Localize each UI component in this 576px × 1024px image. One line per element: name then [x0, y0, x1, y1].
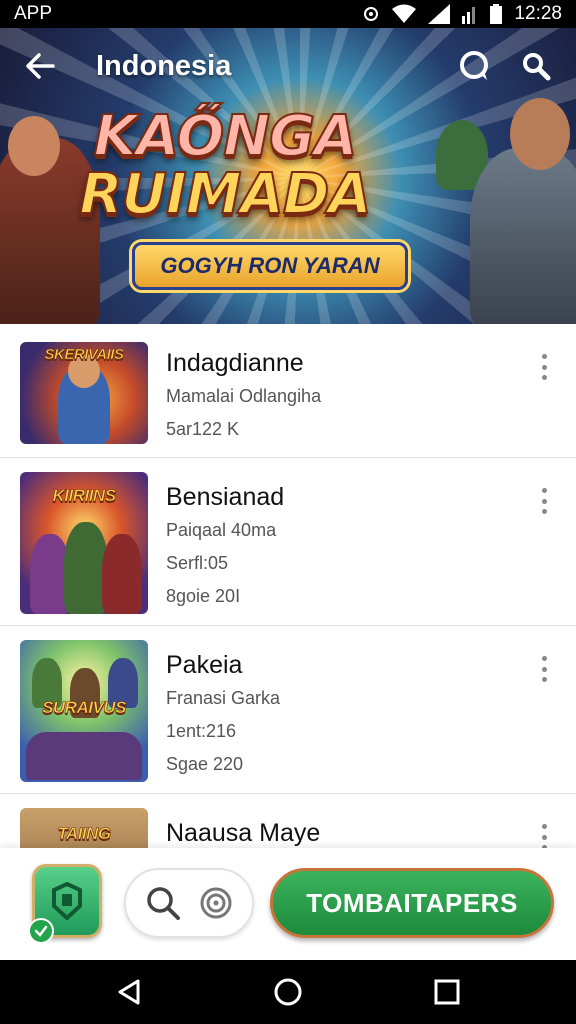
- nav-back-button[interactable]: [109, 972, 149, 1012]
- item-subtitle: Paiqaal 40ma: [166, 520, 277, 540]
- chat-bubble-icon: [460, 51, 488, 80]
- list-item[interactable]: TAIING Naausa Maye: [0, 794, 576, 848]
- search-target-pill[interactable]: [124, 868, 254, 938]
- hero-warrior-left-head: [8, 116, 60, 176]
- nav-recents-button[interactable]: [427, 972, 467, 1012]
- list-item[interactable]: SURAIVUS Pakeia Franasi Garka 1ent:216 S…: [0, 626, 576, 794]
- thumb-logo-text: SURAIVUS: [42, 698, 127, 718]
- top-actions: [454, 46, 556, 86]
- arrow-left-icon: [26, 53, 55, 79]
- item-text: Naausa Maye: [166, 816, 516, 848]
- hero-subtitle-banner: GOGYH RON YARAN: [132, 242, 408, 290]
- kebab-dot: [541, 824, 547, 829]
- game-thumbnail: KIIRIINS: [20, 472, 148, 614]
- kebab-dot: [541, 498, 547, 504]
- wifi-icon: [392, 4, 417, 24]
- top-app-bar: Indonesia: [0, 28, 576, 104]
- search-button[interactable]: [516, 46, 556, 86]
- status-time: 12:28: [514, 3, 562, 24]
- hero-title-line-1: KAŐNGA: [93, 104, 359, 169]
- item-meta: 5ar122 K: [166, 419, 240, 439]
- page-title: Indonesia: [96, 49, 232, 82]
- hero-banner[interactable]: Indonesia KAŐNGA RUIMADA GOGYH RON YARAN: [0, 28, 576, 324]
- nav-home-button[interactable]: [268, 972, 308, 1012]
- kebab-dot: [541, 509, 547, 514]
- status-app-label: APP: [14, 3, 53, 24]
- signal-2-icon: [462, 4, 478, 24]
- item-subtitle: Franasi Garka: [166, 688, 281, 708]
- kebab-dot: [541, 666, 547, 672]
- shield-icon: [52, 882, 82, 920]
- item-meta: Sgae 220: [166, 754, 244, 774]
- verified-check-icon: [28, 918, 54, 944]
- item-title: Indagdianne: [166, 349, 304, 377]
- item-title: Pakeia: [166, 651, 243, 679]
- thumb-logo-text: TAIING: [57, 824, 111, 844]
- status-icons: 12:28: [362, 3, 562, 25]
- more-options-button[interactable]: [534, 352, 554, 382]
- back-button[interactable]: [20, 46, 60, 86]
- triangle-back-icon: [118, 979, 140, 1005]
- thumb-logo-text: KIIRIINS: [52, 486, 116, 506]
- hero-game-title: KAŐNGA RUIMADA: [60, 104, 390, 227]
- item-text: Indagdianne Mamalai Odlangiha 5ar122 K: [166, 346, 516, 446]
- more-options-button[interactable]: [534, 654, 554, 684]
- sync-icon: [362, 4, 380, 24]
- hero-title-line-2: RUIMADA: [78, 162, 372, 227]
- chat-button[interactable]: [454, 46, 494, 86]
- hero-warrior-right-head: [510, 98, 570, 170]
- list-item[interactable]: KIIRIINS Bensianad Paiqaal 40ma Serfl:05…: [0, 458, 576, 626]
- game-thumbnail: TAIING: [20, 808, 148, 848]
- battery-icon: [490, 4, 503, 24]
- thumb-character: [102, 534, 142, 614]
- signal-icon: [428, 4, 451, 24]
- thumb-logo-text: SKERIVAIIS: [44, 346, 124, 364]
- item-meta: 1ent:216: [166, 721, 237, 741]
- item-text: Pakeia Franasi Garka 1ent:216 Sgae 220: [166, 648, 516, 781]
- search-icon: [147, 887, 180, 920]
- item-title: Bensianad: [166, 483, 285, 511]
- hero-warrior-right: [470, 148, 576, 324]
- item-text: Bensianad Paiqaal 40ma Serfl:05 8goie 20…: [166, 480, 516, 613]
- game-list: SKERIVAIIS Indagdianne Mamalai Odlangiha…: [0, 324, 576, 848]
- status-bar: APP 12:28: [0, 0, 576, 28]
- kebab-dot: [541, 375, 547, 380]
- more-options-button[interactable]: [534, 822, 554, 848]
- kebab-dot: [541, 656, 547, 661]
- game-thumbnail: SURAIVUS: [20, 640, 148, 782]
- item-meta: Serfl:05: [166, 553, 229, 573]
- kebab-dot: [541, 834, 547, 840]
- target-icon: [200, 887, 232, 919]
- primary-action-button[interactable]: TOMBAITAPERS: [270, 868, 554, 938]
- kebab-dot: [541, 354, 547, 359]
- search-icon: [523, 53, 551, 81]
- list-item[interactable]: SKERIVAIIS Indagdianne Mamalai Odlangiha…: [0, 324, 576, 458]
- bottom-action-bar: TOMBAITAPERS: [0, 848, 576, 960]
- kebab-dot: [541, 488, 547, 493]
- kebab-dot: [541, 677, 547, 682]
- system-nav-bar: [0, 960, 576, 1024]
- kebab-dot: [541, 364, 547, 370]
- game-thumbnail: SKERIVAIIS: [20, 342, 148, 444]
- more-options-button[interactable]: [534, 486, 554, 516]
- item-meta: 8goie 20I: [166, 586, 241, 606]
- item-title: Naausa Maye: [166, 819, 321, 847]
- item-subtitle: Mamalai Odlangiha: [166, 386, 322, 406]
- square-recents-icon: [434, 979, 460, 1005]
- circle-home-icon: [274, 978, 302, 1006]
- thumb-character: [26, 732, 142, 780]
